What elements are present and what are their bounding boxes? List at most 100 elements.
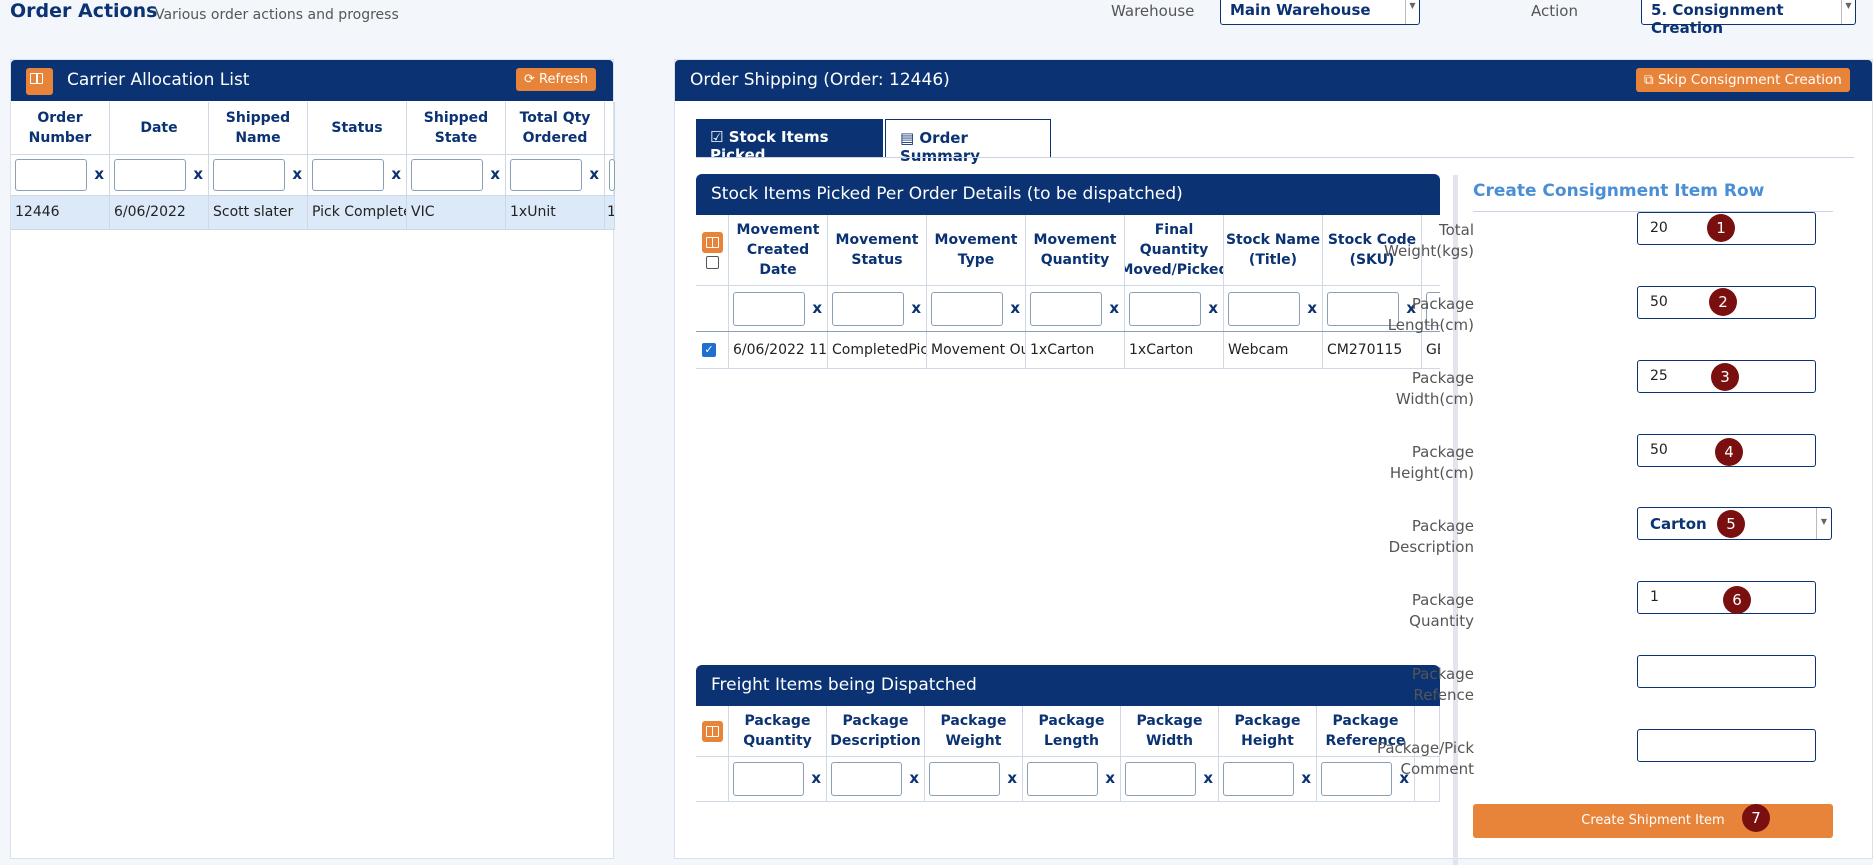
warehouse-select[interactable]: Main Warehouse ▼ bbox=[1220, 0, 1420, 25]
filter-input[interactable] bbox=[1027, 762, 1098, 796]
step-badge: 5 bbox=[1717, 510, 1745, 538]
table-cell: Movement Ou bbox=[927, 332, 1026, 368]
table-cell: Webcam bbox=[1224, 332, 1323, 368]
list-icon: ▤ bbox=[900, 129, 915, 147]
shipping-panel-title: Order Shipping (Order: 12446) bbox=[690, 70, 950, 90]
freight-table: Package Quantity Package Description Packa… bbox=[696, 706, 1440, 860]
column-header[interactable]: Stock Name (Title) bbox=[1224, 215, 1323, 285]
clear-filter-icon[interactable]: x bbox=[812, 299, 822, 317]
filter-input[interactable] bbox=[733, 762, 804, 796]
create-shipment-item-label: Create Shipment Item bbox=[1581, 813, 1725, 828]
filter-input[interactable] bbox=[609, 159, 615, 191]
action-select[interactable]: 5. Consignment Creation ▼ bbox=[1641, 0, 1856, 37]
table-cell: VIC bbox=[407, 196, 506, 229]
package-description-value: Carton bbox=[1650, 515, 1707, 533]
column-chooser-icon[interactable] bbox=[701, 231, 723, 253]
select-all-checkbox[interactable] bbox=[705, 255, 719, 269]
clear-filter-icon[interactable]: x bbox=[94, 165, 104, 183]
filter-input[interactable] bbox=[1030, 292, 1102, 326]
column-header[interactable]: Package Length bbox=[1023, 706, 1121, 756]
filter-input[interactable] bbox=[931, 292, 1003, 326]
filter-input[interactable] bbox=[1129, 292, 1201, 326]
table-row[interactable]: ✓ 6/06/2022 11: CompletedPic Movement Ou… bbox=[696, 332, 1440, 368]
column-header[interactable]: Total Qty Ordered bbox=[506, 102, 605, 154]
column-header[interactable]: Package Height bbox=[1219, 706, 1317, 756]
table-cell: 12446 bbox=[11, 196, 110, 229]
clear-filter-icon[interactable]: x bbox=[1105, 769, 1115, 787]
row-checkbox[interactable]: ✓ bbox=[702, 343, 716, 357]
filter-input[interactable] bbox=[832, 292, 904, 326]
column-header[interactable]: Movement Type bbox=[927, 215, 1026, 285]
table-cell: 1xCarton bbox=[1026, 332, 1125, 368]
filter-input[interactable] bbox=[510, 159, 582, 191]
filter-input[interactable] bbox=[1228, 292, 1300, 326]
filter-input[interactable] bbox=[929, 762, 1000, 796]
table-cell: Scott slater bbox=[209, 196, 308, 229]
filter-input[interactable] bbox=[1223, 762, 1294, 796]
tab-order-summary[interactable]: ▤ Order Summary bbox=[885, 119, 1051, 165]
column-header[interactable]: Movement Created Date bbox=[729, 215, 828, 285]
column-header[interactable] bbox=[605, 102, 615, 154]
action-select-value: 5. Consignment Creation bbox=[1651, 1, 1784, 37]
clear-filter-icon[interactable]: x bbox=[1109, 299, 1119, 317]
step-badge: 2 bbox=[1709, 288, 1737, 316]
checkbox-icon: ☑ bbox=[710, 128, 724, 146]
column-header[interactable]: Package Description bbox=[827, 706, 925, 756]
clear-filter-icon[interactable]: x bbox=[1301, 769, 1311, 787]
filter-input[interactable] bbox=[1125, 762, 1196, 796]
chevron-down-icon[interactable]: ▼ bbox=[1841, 0, 1855, 24]
clear-filter-icon[interactable]: x bbox=[589, 165, 599, 183]
clear-filter-icon[interactable]: x bbox=[811, 769, 821, 787]
tab-stock-items-picked[interactable]: ☑ Stock Items Picked bbox=[696, 119, 883, 164]
filter-input[interactable] bbox=[733, 292, 805, 326]
column-header[interactable]: Order Number bbox=[11, 102, 110, 154]
clear-filter-icon[interactable]: x bbox=[1208, 299, 1218, 317]
column-header[interactable]: Movement Quantity bbox=[1026, 215, 1125, 285]
chevron-down-icon[interactable]: ▼ bbox=[1816, 508, 1831, 539]
step-badge: 4 bbox=[1715, 438, 1743, 466]
column-header[interactable]: Date bbox=[110, 102, 209, 154]
filter-input[interactable] bbox=[831, 762, 902, 796]
table-row[interactable]: 12446 6/06/2022 Scott slater Pick Comple… bbox=[11, 196, 615, 229]
clear-filter-icon[interactable]: x bbox=[911, 299, 921, 317]
clear-filter-icon[interactable]: x bbox=[193, 165, 203, 183]
package-quantity-label: Package Quantity bbox=[1409, 591, 1474, 630]
column-header[interactable]: Shipped State bbox=[407, 102, 506, 154]
column-header[interactable]: Package Quantity bbox=[729, 706, 827, 756]
column-header[interactable]: Status bbox=[308, 102, 407, 154]
shipping-panel-header: Order Shipping (Order: 12446) ⧉ Skip Con… bbox=[675, 60, 1872, 101]
clear-filter-icon[interactable]: x bbox=[1203, 769, 1213, 787]
clear-filter-icon[interactable]: x bbox=[1007, 769, 1017, 787]
pick-comment-input[interactable] bbox=[1637, 729, 1816, 762]
filter-input[interactable] bbox=[15, 159, 87, 191]
column-header[interactable]: Shipped Name bbox=[209, 102, 308, 154]
package-length-label: Package Length(cm) bbox=[1387, 295, 1474, 334]
package-reference-input[interactable] bbox=[1637, 655, 1816, 688]
table-cell: 6/06/2022 bbox=[110, 196, 209, 229]
carrier-table-header: Order Number Date Shipped Name Status Ship… bbox=[11, 102, 615, 154]
column-chooser-icon[interactable] bbox=[26, 68, 53, 95]
picked-table: Movement Created Date Movement Status Movem… bbox=[696, 215, 1440, 645]
tab-label: Stock Items Picked bbox=[710, 128, 829, 164]
column-chooser-icon[interactable] bbox=[701, 720, 723, 742]
chevron-down-icon[interactable]: ▼ bbox=[1405, 0, 1419, 24]
clear-filter-icon[interactable]: x bbox=[490, 165, 500, 183]
table-cell: Pick Complete bbox=[308, 196, 407, 229]
filter-input[interactable] bbox=[213, 159, 285, 191]
filter-input[interactable] bbox=[114, 159, 186, 191]
refresh-button[interactable]: ⟳ Refresh bbox=[516, 68, 597, 91]
skip-consignment-button[interactable]: ⧉ Skip Consignment Creation bbox=[1636, 68, 1850, 92]
filter-input[interactable] bbox=[411, 159, 483, 191]
clear-filter-icon[interactable]: x bbox=[292, 165, 302, 183]
create-shipment-item-button[interactable]: Create Shipment Item bbox=[1473, 804, 1833, 838]
column-header[interactable]: Final Quantity Moved/Picked bbox=[1125, 215, 1224, 285]
column-header[interactable]: Package Weight bbox=[925, 706, 1023, 756]
clear-filter-icon[interactable]: x bbox=[1010, 299, 1020, 317]
clear-filter-icon[interactable]: x bbox=[909, 769, 919, 787]
column-header[interactable]: Movement Status bbox=[828, 215, 927, 285]
table-cell: 6/06/2022 11: bbox=[729, 332, 828, 368]
filter-input[interactable] bbox=[312, 159, 384, 191]
clear-filter-icon[interactable]: x bbox=[391, 165, 401, 183]
column-header[interactable]: Package Width bbox=[1121, 706, 1219, 756]
clear-filter-icon[interactable]: x bbox=[1307, 299, 1317, 317]
